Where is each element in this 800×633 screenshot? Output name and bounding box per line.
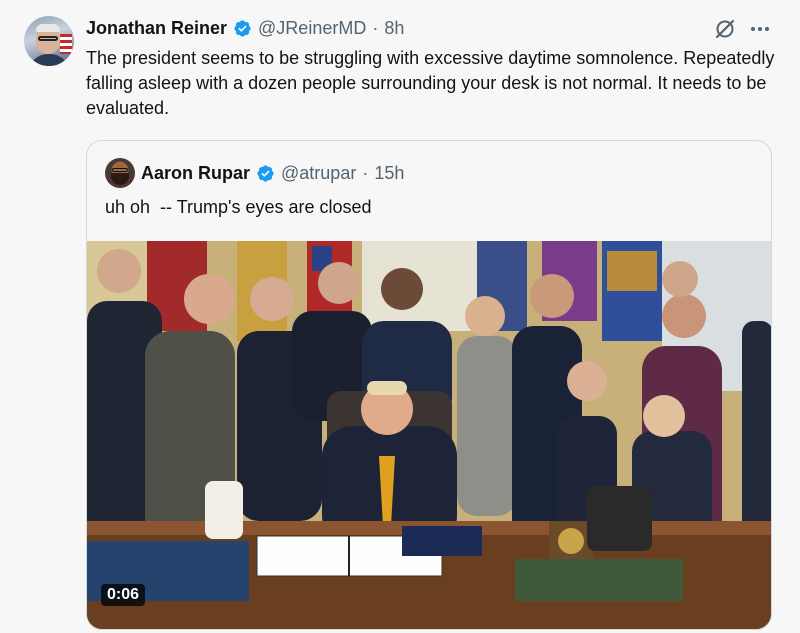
- tweet-text: The president seems to be struggling wit…: [86, 48, 775, 118]
- video-player[interactable]: 0:06: [87, 241, 771, 629]
- author-handle[interactable]: @JReinerMD: [258, 18, 366, 39]
- grok-icon[interactable]: [713, 17, 737, 41]
- quoted-author-handle[interactable]: @atrupar: [281, 163, 356, 184]
- avatar-flag: [60, 34, 72, 54]
- quoted-author-avatar[interactable]: [105, 158, 135, 188]
- verified-badge-icon: [234, 19, 251, 37]
- avatar-beard: [111, 173, 129, 185]
- quoted-tweet-time[interactable]: 15h: [374, 163, 404, 184]
- author-avatar[interactable]: [24, 16, 74, 66]
- author-name[interactable]: Jonathan Reiner: [86, 18, 227, 39]
- avatar-glasses: [38, 36, 58, 41]
- quoted-tweet-header: Aaron Rupar @atrupar · 15h: [105, 157, 404, 189]
- more-icon[interactable]: [748, 17, 772, 41]
- avatar-body: [28, 54, 70, 66]
- tweet-time[interactable]: 8h: [384, 18, 404, 39]
- verified-badge-icon: [257, 164, 274, 182]
- separator-dot: ·: [372, 17, 379, 38]
- quoted-tweet-text: uh oh -- Trump's eyes are closed: [105, 197, 372, 217]
- video-duration: 0:06: [101, 584, 146, 606]
- avatar-hair: [36, 24, 60, 32]
- video-frame: [87, 241, 771, 629]
- quoted-tweet[interactable]: Aaron Rupar @atrupar · 15h uh oh -- Trum…: [86, 140, 772, 630]
- quoted-author-name[interactable]: Aaron Rupar: [141, 163, 250, 184]
- avatar-glasses: [112, 168, 128, 172]
- tweet-header: Jonathan Reiner @JReinerMD · 8h: [86, 16, 404, 40]
- separator-dot: ·: [362, 162, 369, 183]
